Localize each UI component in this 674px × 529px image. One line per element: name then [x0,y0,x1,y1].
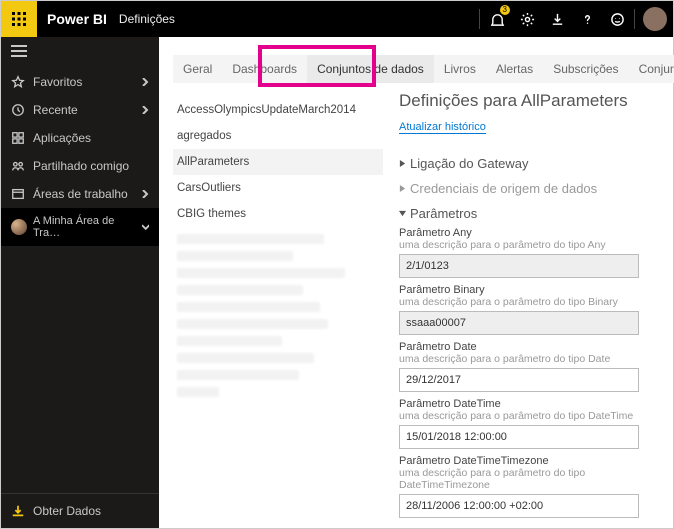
blurred-item [177,319,328,329]
param-desc: uma descrição para o parâmetro do tipo D… [399,467,655,491]
section-gateway[interactable]: Ligação do Gateway [399,156,655,171]
sidebar-item-label: A Minha Área de Tra… [33,215,136,239]
get-data-label: Obter Dados [33,504,101,518]
avatar[interactable] [643,7,667,31]
download-icon[interactable] [542,1,572,37]
top-bar: Power BI Definições 3 [1,1,673,37]
param-datetime-input[interactable] [399,425,639,449]
dataset-list: AccessOlympicsUpdateMarch2014 agregados … [159,83,389,528]
get-data-button[interactable]: Obter Dados [1,493,159,528]
blurred-item [177,353,314,363]
sidebar-item-label: Áreas de trabalho [33,187,128,201]
tab-dashboards[interactable]: Dashboards [222,55,307,83]
tab-livros[interactable]: Livros [434,55,486,83]
brand-name: Power BI [47,11,107,27]
chevron-right-icon [141,190,149,198]
blurred-item [177,387,219,397]
sidebar-item-recente[interactable]: Recente [1,96,159,124]
dataset-item[interactable]: CBIG themes [173,201,383,227]
tab-subscricoes[interactable]: Subscrições [543,55,628,83]
hamburger-icon[interactable] [1,37,159,68]
tab-bar: Geral Dashboards Conjuntos de dados Livr… [159,37,673,83]
blurred-item [177,370,299,380]
chevron-right-icon [141,78,149,86]
blurred-item [177,268,345,278]
section-credentials[interactable]: Credenciais de origem de dados [399,181,655,196]
notification-badge: 3 [500,5,510,15]
param-label: Parâmetro Date [399,341,655,353]
blurred-item [177,234,324,244]
blurred-item [177,285,303,295]
chevron-right-icon [141,106,149,114]
refresh-history-link[interactable]: Atualizar histórico [399,121,486,134]
chevron-down-icon [142,223,149,231]
param-label: Parâmetro DateTime [399,398,655,410]
dataset-item-selected[interactable]: AllParameters [173,149,383,175]
sidebar-item-label: Aplicações [33,131,91,145]
sidebar: Favoritos Recente Aplicações Partilhado … [1,37,159,528]
sidebar-item-label: Recente [33,103,78,117]
sidebar-item-areas[interactable]: Áreas de trabalho [1,180,159,208]
sidebar-item-label: Partilhado comigo [33,159,129,173]
detail-pane: Definições para AllParameters Atualizar … [389,83,673,528]
param-label: Parâmetro Binary [399,284,655,296]
workspace-icon [11,219,27,235]
page-title: Definições para AllParameters [399,91,655,111]
param-desc: uma descrição para o parâmetro do tipo D… [399,410,655,422]
tab-conjuntos-2[interactable]: Conjuntos de dados [629,55,674,83]
blurred-item [177,336,282,346]
sidebar-item-partilhado[interactable]: Partilhado comigo [1,152,159,180]
param-date-input[interactable] [399,368,639,392]
tab-conjuntos[interactable]: Conjuntos de dados [307,55,434,83]
help-icon[interactable] [572,1,602,37]
dataset-item[interactable]: AccessOlympicsUpdateMarch2014 [173,97,383,123]
param-desc: uma descrição para o parâmetro do tipo D… [399,353,655,365]
notifications-icon[interactable]: 3 [482,1,512,37]
blurred-item [177,251,293,261]
param-label: Parâmetro Any [399,227,655,239]
param-dttz-input[interactable] [399,494,639,518]
tab-geral[interactable]: Geral [173,55,222,83]
param-desc: uma descrição para o parâmetro do tipo B… [399,296,655,308]
divider [634,9,635,29]
sidebar-item-minha-area[interactable]: A Minha Área de Tra… [1,208,159,246]
section-params[interactable]: Parâmetros [399,206,655,221]
breadcrumb: Definições [119,12,175,26]
tab-alertas[interactable]: Alertas [486,55,543,83]
dataset-item[interactable]: agregados [173,123,383,149]
dataset-item[interactable]: CarsOutliers [173,175,383,201]
divider [479,9,480,29]
gear-icon[interactable] [512,1,542,37]
sidebar-item-favoritos[interactable]: Favoritos [1,68,159,96]
param-binary-input[interactable] [399,311,639,335]
sidebar-item-aplicacoes[interactable]: Aplicações [1,124,159,152]
param-label: Parâmetro DateTimeTimezone [399,455,655,467]
app-launcher-icon[interactable] [1,1,37,37]
sidebar-item-label: Favoritos [33,75,82,89]
feedback-icon[interactable] [602,1,632,37]
blurred-item [177,302,320,312]
param-any-input[interactable] [399,254,639,278]
param-desc: uma descrição para o parâmetro do tipo A… [399,239,655,251]
